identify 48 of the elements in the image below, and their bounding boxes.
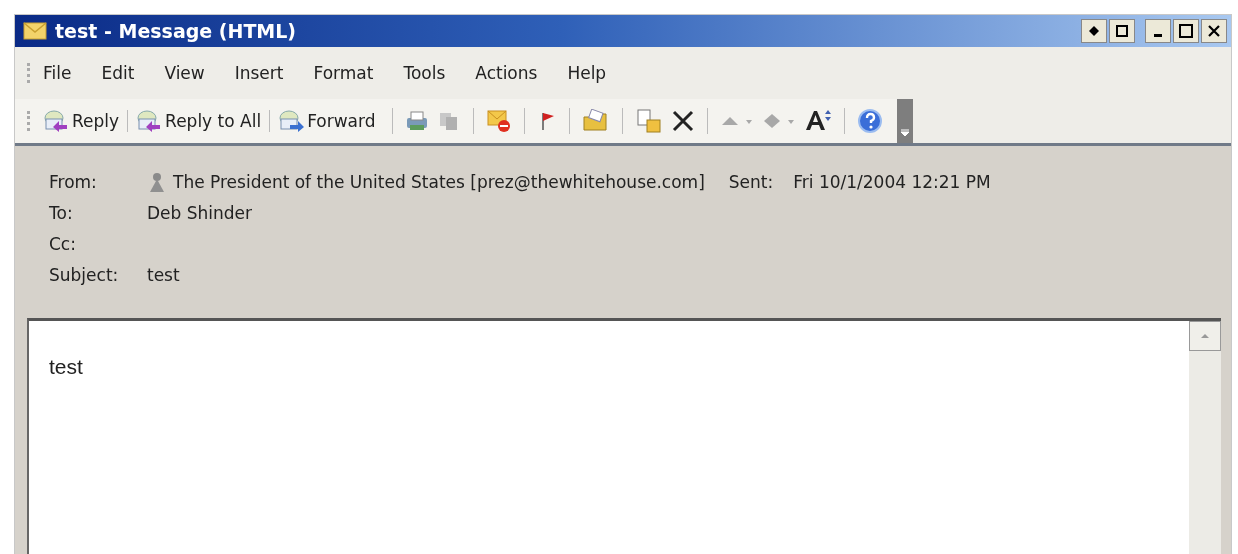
message-body[interactable]: test [27, 318, 1221, 554]
window-title: test - Message (HTML) [55, 20, 297, 42]
window-icon [1116, 25, 1128, 37]
up-caret-icon [1200, 333, 1210, 339]
sent-date: Fri 10/1/2004 12:21 PM [793, 171, 991, 192]
printer-icon[interactable] [404, 110, 429, 132]
dropdown-icon [899, 129, 910, 137]
field-label: From: [49, 171, 98, 192]
menu-item[interactable]: View [164, 63, 205, 83]
delete-icon[interactable] [670, 109, 695, 133]
move-to-folder-icon[interactable] [634, 108, 663, 134]
toolbar-button[interactable]: Reply to All [127, 110, 270, 132]
help-icon[interactable] [856, 108, 883, 134]
field-label: Sent: [728, 171, 774, 192]
menu-item[interactable]: Edit [101, 63, 135, 83]
close-button[interactable] [1201, 19, 1227, 43]
maximize-button[interactable] [1173, 19, 1199, 43]
minimize-icon [1154, 33, 1162, 37]
menu-item[interactable]: Format [313, 63, 374, 83]
field-label: To: [49, 202, 74, 223]
envelope-delete-icon[interactable] [485, 109, 512, 133]
menu-item[interactable]: File [43, 63, 72, 83]
scrollbar[interactable] [1189, 321, 1221, 554]
menu-item[interactable]: Actions [475, 63, 538, 83]
body-text: test [48, 354, 84, 380]
folder-icon[interactable] [581, 109, 610, 133]
person-icon [147, 170, 167, 193]
envelope-arrow-icon [136, 110, 163, 132]
toolbar-button[interactable]: Forward [269, 110, 384, 132]
toolbar-button[interactable]: Reply [43, 110, 128, 132]
field-label: Subject: [49, 264, 120, 285]
close-icon [1207, 24, 1221, 38]
envelope-arrow-icon [278, 110, 305, 132]
minimize-button[interactable] [1145, 19, 1171, 43]
nav-button[interactable] [1081, 19, 1107, 43]
scroll-up-button[interactable] [1189, 321, 1221, 351]
menu-item[interactable]: Help [567, 63, 607, 83]
menu-item[interactable]: Tools [403, 63, 446, 83]
field-label: Cc: [49, 233, 77, 254]
menu-item[interactable]: Insert [234, 63, 284, 83]
restore-window-button[interactable] [1109, 19, 1135, 43]
subject-text: test [147, 264, 180, 285]
envelope-icon [23, 22, 47, 40]
maximize-icon [1179, 24, 1193, 38]
toolbar-options-handle[interactable] [896, 99, 913, 143]
envelope-arrow-icon [43, 110, 69, 132]
recipient-name[interactable]: Deb Shinder [147, 202, 253, 223]
sender-name[interactable]: The President of the United States [prez@thewhitehouse.com] [173, 171, 705, 192]
